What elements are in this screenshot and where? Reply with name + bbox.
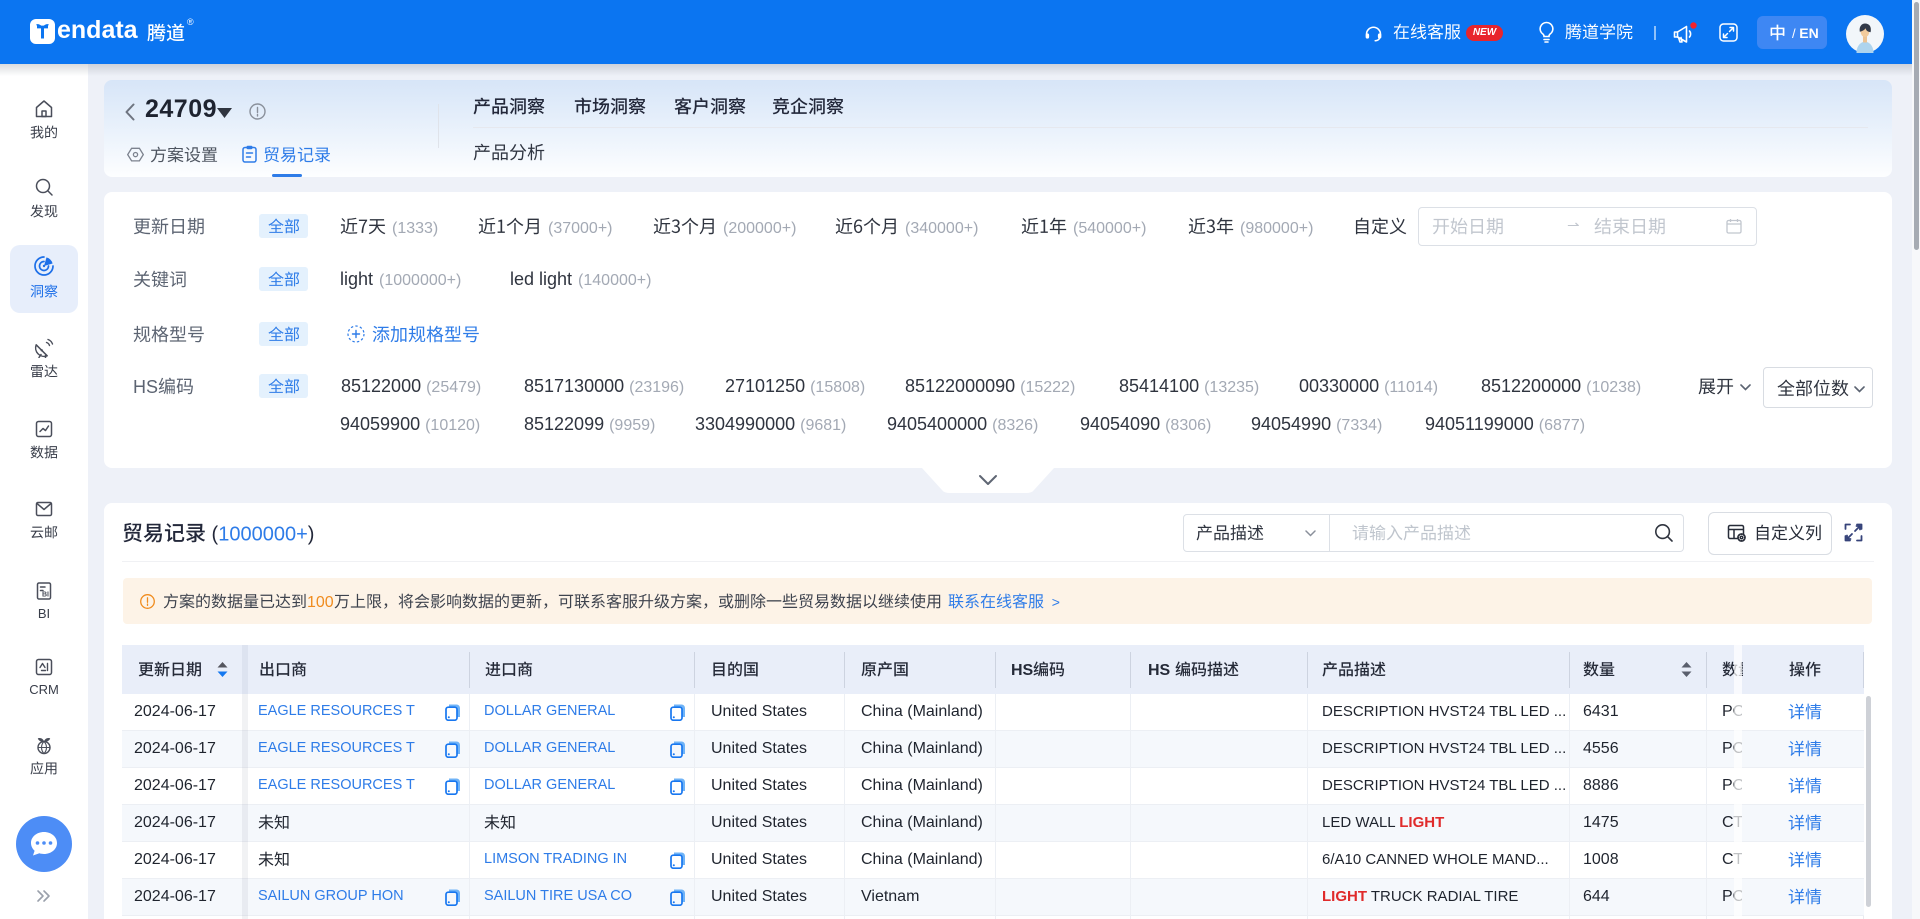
svg-text:BI: BI — [42, 592, 49, 599]
